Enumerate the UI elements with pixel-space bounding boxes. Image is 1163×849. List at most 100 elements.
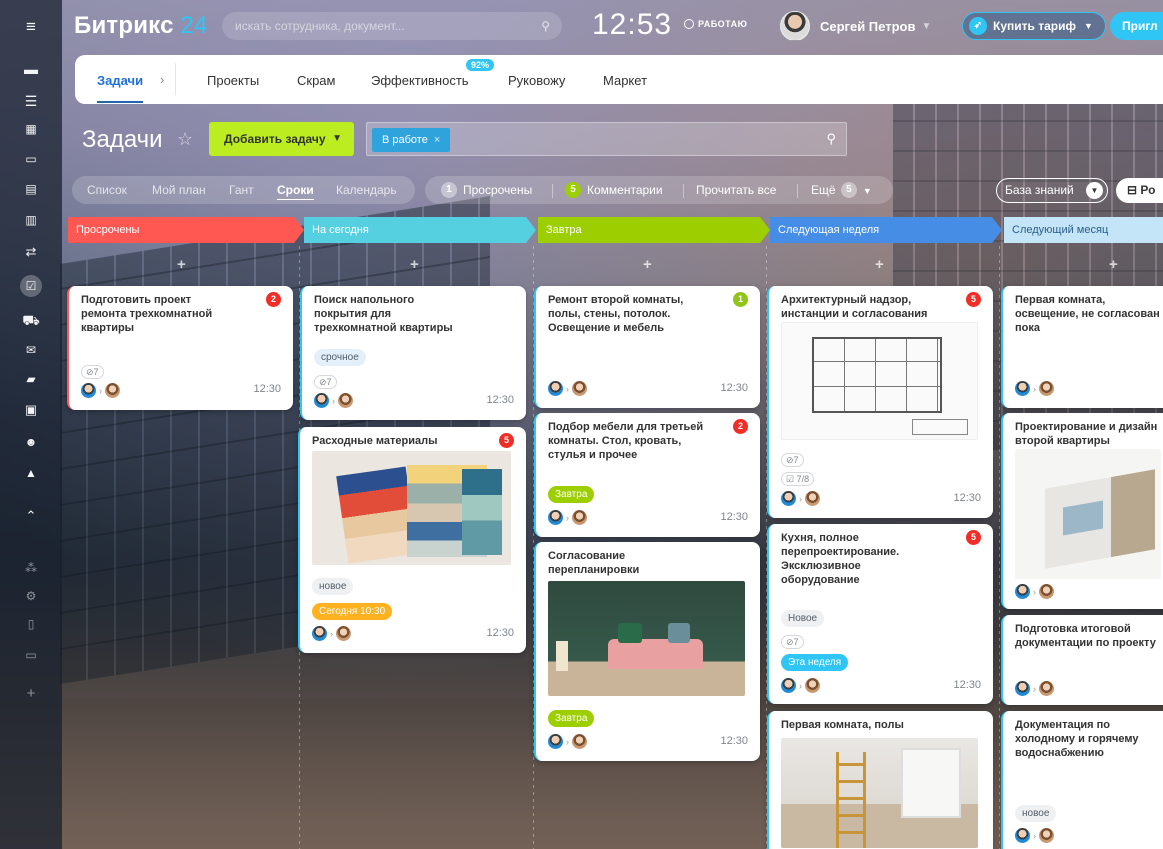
menu-icon[interactable]: ≡ bbox=[26, 18, 36, 35]
task-members[interactable]: › bbox=[1015, 584, 1054, 599]
read-all-link[interactable]: Прочитать все bbox=[696, 183, 776, 197]
drive-icon[interactable]: ▥ bbox=[25, 214, 36, 226]
deadline-badge[interactable]: Завтра bbox=[548, 486, 595, 503]
task-tag[interactable]: срочное bbox=[314, 349, 366, 366]
sites-icon[interactable]: ▲ bbox=[25, 467, 37, 479]
task-image-floor-plan[interactable] bbox=[781, 322, 978, 440]
employees-icon[interactable]: ☻ bbox=[25, 436, 38, 448]
search-input[interactable]: искать сотрудника, документ... ⚲ bbox=[222, 12, 562, 40]
task-title[interactable]: Подготовка итоговой документации по прое… bbox=[1015, 622, 1156, 650]
close-icon[interactable]: × bbox=[434, 134, 440, 146]
task-card[interactable]: Первая комната, полы bbox=[767, 711, 993, 849]
task-members[interactable]: › bbox=[1015, 828, 1054, 843]
avatar[interactable] bbox=[572, 510, 587, 525]
work-status[interactable]: РАБОТАЮ bbox=[684, 18, 747, 30]
avatar[interactable] bbox=[338, 393, 353, 408]
view-list[interactable]: Список bbox=[87, 183, 127, 197]
avatar[interactable] bbox=[781, 678, 796, 693]
task-card[interactable]: Архитектурный надзор, инстанции и соглас… bbox=[767, 286, 993, 518]
filter-input[interactable]: В работе × ⚲ bbox=[366, 122, 847, 156]
sync-icon[interactable]: ⇄ bbox=[26, 245, 37, 258]
user-menu[interactable]: Сергей Петров ▼ bbox=[780, 10, 931, 42]
chat-icon[interactable]: ▰ bbox=[26, 373, 35, 385]
tab-efficiency[interactable]: Эффективность bbox=[371, 73, 469, 88]
task-image-house-render[interactable] bbox=[1015, 449, 1161, 579]
task-title[interactable]: Первая комната, освещение, не согласован… bbox=[1015, 293, 1160, 335]
task-title[interactable]: Документация по холодному и горячему вод… bbox=[1015, 718, 1139, 760]
task-tag[interactable]: новое bbox=[1015, 805, 1057, 822]
apps-icon[interactable]: ▦ bbox=[25, 123, 36, 135]
settings-icon[interactable]: ⚙ bbox=[26, 590, 37, 602]
contact-card-icon[interactable]: ▤ bbox=[25, 183, 36, 195]
task-members[interactable]: › bbox=[314, 393, 353, 408]
clock[interactable]: 12:53 bbox=[592, 8, 672, 42]
collapse-icon[interactable]: ⌃ bbox=[26, 509, 37, 522]
invite-button[interactable]: Пригл bbox=[1110, 12, 1163, 40]
avatar[interactable] bbox=[1039, 681, 1054, 696]
tasks-icon[interactable]: ☑ bbox=[20, 275, 42, 297]
task-card[interactable]: Поиск напольного покрытия для трехкомнат… bbox=[300, 286, 526, 420]
feed-icon[interactable]: ▬ bbox=[24, 62, 38, 76]
add-task-plus-icon[interactable]: + bbox=[177, 256, 186, 273]
task-title[interactable]: Расходные материалы bbox=[312, 434, 438, 448]
view-deadlines[interactable]: Сроки bbox=[277, 183, 314, 200]
avatar[interactable] bbox=[1015, 381, 1030, 396]
add-menu-icon[interactable]: + bbox=[27, 686, 36, 701]
chevron-down-icon[interactable]: ▼ bbox=[1086, 182, 1103, 199]
task-card[interactable]: Кухня, полное перепроектирование. Эксклю… bbox=[767, 524, 993, 704]
task-card[interactable]: Расходные материалы 5 новое Сегодня 10:3… bbox=[298, 427, 526, 653]
task-title[interactable]: Архитектурный надзор, инстанции и соглас… bbox=[781, 293, 927, 321]
view-my-plan[interactable]: Мой план bbox=[152, 183, 206, 197]
avatar[interactable] bbox=[1015, 681, 1030, 696]
task-title[interactable]: Подбор мебели для третьей комнаты. Стол,… bbox=[548, 420, 703, 462]
view-gantt[interactable]: Гант bbox=[229, 183, 254, 197]
mail-icon[interactable]: ✉ bbox=[26, 344, 36, 356]
avatar[interactable] bbox=[781, 491, 796, 506]
task-image-living-room[interactable] bbox=[548, 581, 745, 696]
tab-scrum[interactable]: Скрам bbox=[297, 73, 335, 88]
task-members[interactable]: › bbox=[1015, 381, 1054, 396]
task-card[interactable]: Проектирование и дизайн второй квартиры … bbox=[1001, 413, 1163, 609]
task-members[interactable]: › bbox=[781, 491, 820, 506]
avatar[interactable] bbox=[805, 491, 820, 506]
task-title[interactable]: Ремонт второй комнаты, полы, стены, пото… bbox=[548, 293, 683, 335]
schedule-icon[interactable]: ▣ bbox=[25, 403, 37, 416]
calendar-window-icon[interactable]: ▭ bbox=[25, 153, 36, 165]
add-task-plus-icon[interactable]: + bbox=[1109, 256, 1118, 273]
column-header-next-month[interactable]: Следующий месяц bbox=[1004, 217, 1163, 243]
task-card[interactable]: Ремонт второй комнаты, полы, стены, пото… bbox=[534, 286, 760, 408]
task-members[interactable]: › bbox=[1015, 681, 1054, 696]
avatar[interactable] bbox=[314, 393, 329, 408]
buy-plan-button[interactable]: ➶ Купить тариф ▼ bbox=[962, 12, 1106, 40]
task-card[interactable]: Подбор мебели для третьей комнаты. Стол,… bbox=[534, 413, 760, 537]
more-menu[interactable]: Ещё 5 ▼ bbox=[811, 182, 872, 199]
task-image-color-swatches[interactable] bbox=[312, 451, 511, 565]
avatar[interactable] bbox=[336, 626, 351, 641]
search-icon[interactable]: ⚲ bbox=[826, 131, 836, 147]
column-header-next-week[interactable]: Следующая неделя bbox=[770, 217, 1002, 243]
task-members[interactable]: › bbox=[781, 678, 820, 693]
task-card[interactable]: Подготовка итоговой документации по прое… bbox=[1001, 615, 1163, 705]
avatar[interactable] bbox=[1039, 584, 1054, 599]
avatar[interactable] bbox=[1015, 828, 1030, 843]
knowledge-base-button[interactable]: База знаний ▼ bbox=[996, 178, 1108, 203]
filter-icon[interactable]: ☰ bbox=[25, 94, 38, 108]
avatar[interactable] bbox=[81, 383, 96, 398]
avatar[interactable] bbox=[805, 678, 820, 693]
task-card[interactable]: Первая комната, освещение, не согласован… bbox=[1001, 286, 1163, 408]
task-members[interactable]: › bbox=[548, 381, 587, 396]
add-task-plus-icon[interactable]: + bbox=[643, 256, 652, 273]
logo[interactable]: Битрикс 24 bbox=[74, 12, 208, 40]
structure-icon[interactable]: ⁂ bbox=[25, 562, 37, 574]
task-title[interactable]: Первая комната, полы bbox=[781, 718, 904, 732]
deadline-badge[interactable]: Эта неделя bbox=[781, 654, 849, 671]
task-card[interactable]: Документация по холодному и горячему вод… bbox=[1001, 711, 1163, 849]
robots-button[interactable]: ⊟ Ро bbox=[1116, 178, 1163, 203]
cart-icon[interactable]: ⛟ bbox=[22, 313, 40, 327]
task-card[interactable]: Согласование перепланировки Завтра › 12:… bbox=[534, 542, 760, 761]
task-title[interactable]: Проектирование и дизайн второй квартиры bbox=[1015, 420, 1157, 448]
chevron-down-icon[interactable]: ▼ bbox=[332, 122, 342, 156]
avatar[interactable] bbox=[572, 734, 587, 749]
column-header-tomorrow[interactable]: Завтра bbox=[538, 217, 770, 243]
document-icon[interactable]: ▯ bbox=[28, 618, 35, 630]
